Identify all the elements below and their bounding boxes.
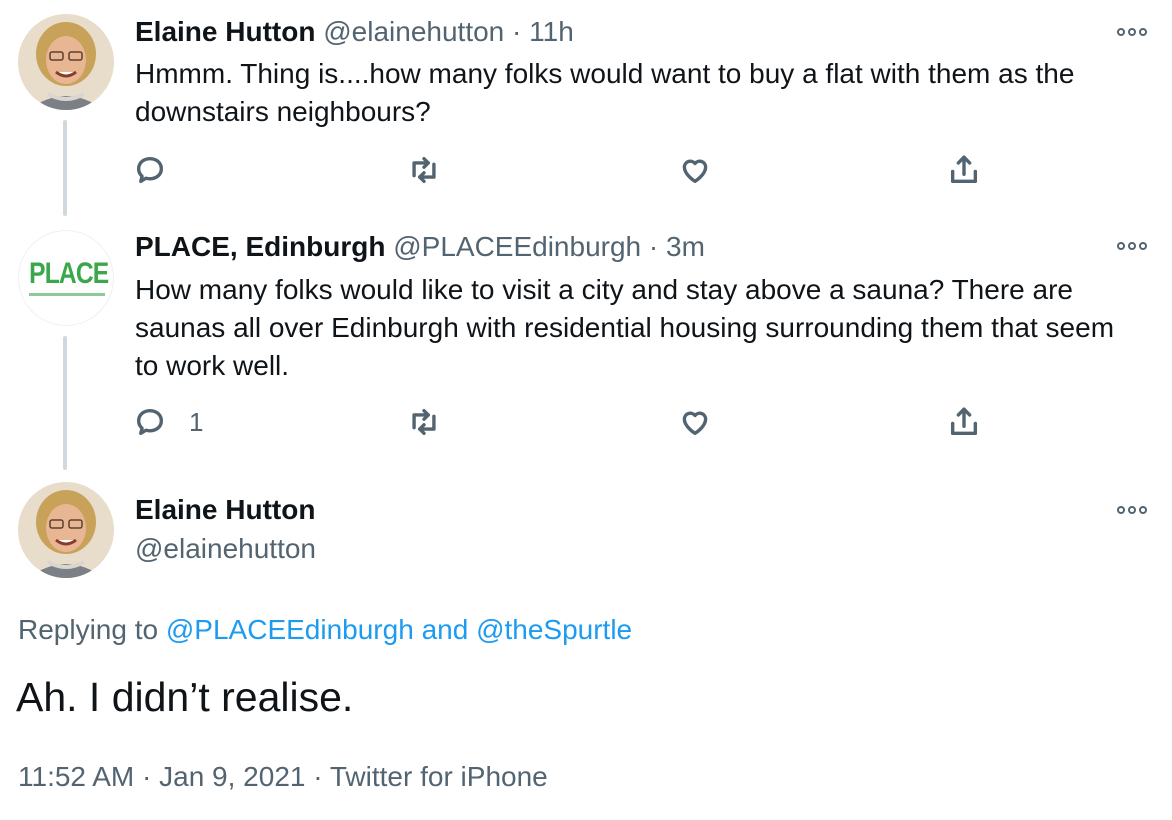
elaine-avatar[interactable] bbox=[18, 14, 114, 110]
main-tweet-text: Ah. I didn’t realise. bbox=[16, 674, 354, 720]
share-icon bbox=[950, 407, 978, 436]
reply-button[interactable]: 1 bbox=[133, 402, 203, 442]
header-separator: · bbox=[648, 231, 659, 262]
tweet-text: Hmmm. Thing is....how many folks would w… bbox=[135, 58, 1075, 127]
more-icon[interactable] bbox=[1117, 502, 1153, 518]
place-logo: PLACE bbox=[29, 257, 109, 290]
reply-icon bbox=[136, 408, 164, 436]
meta-separator: · bbox=[313, 761, 323, 792]
thread-line bbox=[63, 336, 67, 470]
mention-thespurtle[interactable]: @theSpurtle bbox=[476, 614, 632, 645]
author-handle[interactable]: @elainehutton bbox=[135, 533, 316, 565]
thread-line bbox=[63, 120, 67, 216]
tweet-time[interactable]: 11:52 AM bbox=[18, 761, 134, 792]
retweet-button[interactable] bbox=[407, 150, 441, 190]
logo-underline bbox=[29, 293, 105, 296]
author-handle[interactable]: @elainehutton bbox=[323, 16, 504, 47]
share-button[interactable] bbox=[947, 150, 981, 190]
tweet-source[interactable]: Twitter for iPhone bbox=[330, 761, 548, 792]
author-name[interactable]: Elaine Hutton bbox=[135, 16, 315, 47]
reply-count: 1 bbox=[189, 406, 204, 437]
reply-icon bbox=[136, 156, 164, 184]
retweet-button[interactable] bbox=[407, 402, 441, 442]
header-separator: · bbox=[512, 16, 522, 47]
meta-separator: · bbox=[142, 761, 152, 792]
more-icon[interactable] bbox=[1117, 24, 1153, 40]
author-handle[interactable]: @PLACEEdinburgh bbox=[393, 231, 641, 262]
author-name[interactable]: Elaine Hutton bbox=[135, 494, 315, 526]
tweet-header: Elaine Hutton @elainehutton · 11h bbox=[135, 16, 574, 48]
tweet-meta: 11:52 AM · Jan 9, 2021 · Twitter for iPh… bbox=[18, 761, 548, 793]
retweet-icon bbox=[412, 156, 436, 184]
replying-and[interactable]: and bbox=[422, 614, 469, 645]
tweet-time[interactable]: 3m bbox=[666, 231, 705, 262]
share-button[interactable] bbox=[947, 402, 981, 442]
retweet-icon bbox=[412, 408, 436, 436]
like-button[interactable] bbox=[678, 150, 712, 190]
tweet-text: How many folks would like to visit a cit… bbox=[135, 274, 1115, 381]
author-name[interactable]: PLACE, Edinburgh bbox=[135, 231, 385, 262]
mention-placeedinburgh[interactable]: @PLACEEdinburgh bbox=[166, 614, 414, 645]
more-icon[interactable] bbox=[1117, 238, 1153, 254]
elaine-avatar[interactable] bbox=[18, 482, 114, 578]
tweet-date[interactable]: Jan 9, 2021 bbox=[159, 761, 305, 792]
replying-to: Replying to @PLACEEdinburgh and @theSpur… bbox=[18, 614, 632, 646]
share-icon bbox=[950, 155, 978, 184]
like-icon bbox=[682, 159, 708, 184]
like-button[interactable] bbox=[678, 402, 712, 442]
like-icon bbox=[682, 411, 708, 436]
replying-prefix: Replying to bbox=[18, 614, 159, 645]
tweet-time[interactable]: 11h bbox=[529, 16, 574, 47]
tweet-header: PLACE, Edinburgh @PLACEEdinburgh · 3m bbox=[135, 231, 705, 263]
reply-button[interactable] bbox=[133, 150, 181, 190]
place-avatar[interactable]: PLACE bbox=[18, 230, 114, 326]
